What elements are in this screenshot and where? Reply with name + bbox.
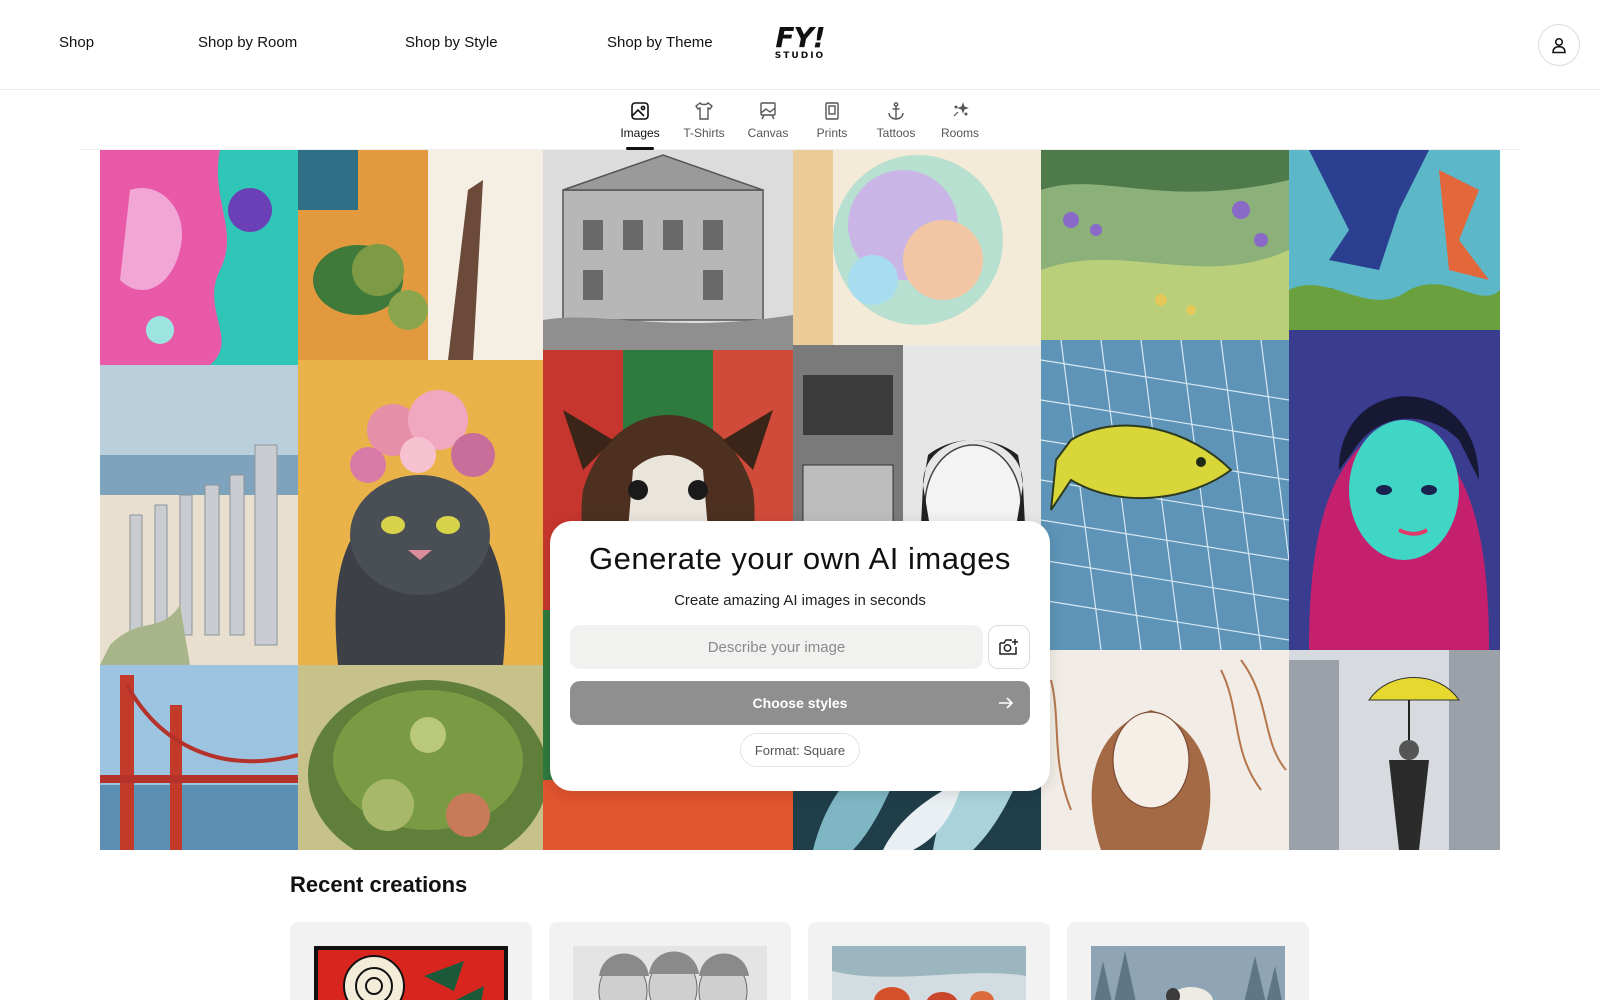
canvas-icon (760, 102, 776, 120)
account-button[interactable] (1538, 24, 1580, 66)
choose-styles-button[interactable]: Choose styles (570, 681, 1030, 725)
generator-subtitle: Create amazing AI images in seconds (674, 592, 926, 609)
logo-subtitle: STUDIO (774, 51, 826, 61)
anchor-icon (888, 102, 904, 120)
generator-title: Generate your own AI images (589, 541, 1011, 576)
category-tabs: Images T-Shirts Canvas Prints Tattoos Ro… (80, 90, 1520, 150)
collage-tile-golden-gate (100, 665, 298, 850)
ai-generator-card: Generate your own AI images Create amazi… (550, 521, 1050, 791)
nav-link-shop-by-style[interactable]: Shop by Style (405, 34, 498, 51)
camera-plus-icon (999, 639, 1018, 655)
sparkle-icon (953, 102, 969, 117)
logo-wordmark: FY! (775, 21, 825, 54)
tab-label: Rooms (940, 126, 979, 140)
tab-label: Images (620, 126, 660, 140)
user-icon (1552, 37, 1566, 54)
tab-canvas[interactable]: Canvas (738, 100, 798, 150)
collage-tile-bubble-watercolor (793, 150, 1041, 345)
image-icon (631, 102, 649, 120)
print-icon (825, 102, 839, 120)
tab-label: Canvas (747, 126, 789, 140)
tab-images[interactable]: Images (610, 100, 670, 150)
recent-creation-card[interactable] (549, 922, 791, 1000)
nav-link-shop-by-theme[interactable]: Shop by Theme (607, 34, 713, 51)
tab-prints[interactable]: Prints (802, 100, 862, 150)
tshirt-icon (695, 101, 713, 120)
nav-link-shop-by-room[interactable]: Shop by Room (198, 34, 297, 51)
arrow-right-icon (999, 697, 1014, 709)
tab-label: T-Shirts (683, 126, 725, 140)
nav-link-shop[interactable]: Shop (59, 34, 94, 51)
rose-artwork-thumbnail (314, 946, 508, 1000)
recent-creations-title: Recent creations (290, 872, 468, 897)
collage-tile-umbrella-sketch (1289, 650, 1500, 850)
collage-tile-fish-net (1041, 340, 1289, 650)
collage-tile-beach-fence (100, 365, 298, 665)
collage-tile-cat-with-flowers (298, 360, 543, 665)
recent-creation-card[interactable] (808, 922, 1050, 1000)
prompt-input[interactable] (570, 625, 983, 669)
foggy-sheep-artwork-thumbnail (1091, 946, 1285, 1000)
watercolor-lobster-artwork-thumbnail (832, 946, 1026, 1000)
collage-tile-dancers (1289, 150, 1500, 330)
top-navigation: Shop Shop by Room Shop by Style Shop by … (0, 0, 1600, 90)
recent-creation-card[interactable] (290, 922, 532, 1000)
collage-tile-figs (298, 150, 543, 360)
recent-creation-card[interactable] (1067, 922, 1309, 1000)
tab-label: Tattoos (876, 126, 916, 140)
tab-rooms[interactable]: Rooms (930, 100, 990, 150)
collage-tile-anime-girl (1289, 330, 1500, 650)
tab-tattoos[interactable]: Tattoos (866, 100, 926, 150)
collage-tile-garden-hills (1041, 150, 1289, 340)
collage-tile-building-sketch (543, 150, 793, 350)
upload-image-button[interactable] (988, 625, 1030, 669)
choose-styles-label: Choose styles (752, 695, 848, 711)
tab-label: Prints (816, 126, 848, 140)
collage-tile-pop-art-face (100, 150, 298, 365)
format-selector[interactable]: Format: Square (740, 733, 860, 767)
tab-t-shirts[interactable]: T-Shirts (674, 100, 734, 150)
collage-tile-green-trees (298, 665, 543, 850)
fy-studio-logo[interactable]: FY! STUDIO (773, 21, 827, 63)
sketch-women-artwork-thumbnail (573, 946, 767, 1000)
collage-tile-woman-line-art (1041, 650, 1289, 850)
